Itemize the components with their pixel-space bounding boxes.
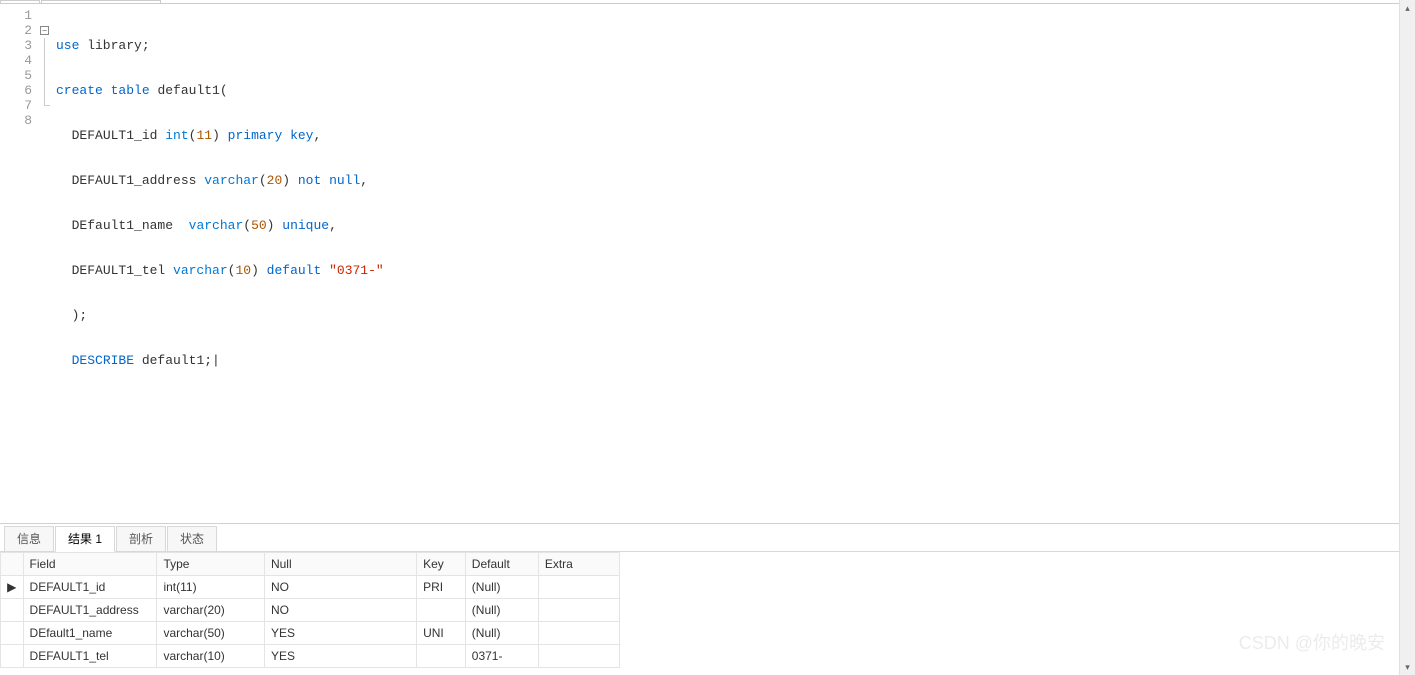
row-indicator <box>1 599 24 622</box>
cell-extra[interactable] <box>538 645 619 668</box>
cell-null[interactable]: YES <box>264 645 416 668</box>
cell-null[interactable]: NO <box>264 576 416 599</box>
cell-extra[interactable] <box>538 576 619 599</box>
cell-type[interactable]: varchar(20) <box>157 599 265 622</box>
col-header-key[interactable]: Key <box>417 553 466 576</box>
scroll-down-icon[interactable]: ▾ <box>1400 659 1415 675</box>
cell-field[interactable]: DEFAULT1_address <box>23 599 157 622</box>
row-indicator: ▶ <box>1 576 24 599</box>
cell-default[interactable]: (Null) <box>465 622 538 645</box>
cell-field[interactable]: DEFAULT1_id <box>23 576 157 599</box>
result-panel-tabs: 信息 结果 1 剖析 状态 <box>0 528 1415 552</box>
result-header-row: Field Type Null Key Default Extra <box>1 553 620 576</box>
cell-extra[interactable] <box>538 622 619 645</box>
cell-default[interactable]: (Null) <box>465 576 538 599</box>
cell-type[interactable]: int(11) <box>157 576 265 599</box>
tab-info[interactable]: 信息 <box>4 526 54 551</box>
cell-key[interactable] <box>417 599 466 622</box>
col-header-extra[interactable]: Extra <box>538 553 619 576</box>
cell-extra[interactable] <box>538 599 619 622</box>
cell-null[interactable]: NO <box>264 599 416 622</box>
line-number: 8 <box>0 113 32 128</box>
line-number: 1 <box>0 8 32 23</box>
col-header-default[interactable]: Default <box>465 553 538 576</box>
cell-default[interactable]: (Null) <box>465 599 538 622</box>
fold-gutter: − <box>40 4 52 523</box>
cell-key[interactable]: PRI <box>417 576 466 599</box>
table-row[interactable]: ▶DEFAULT1_idint(11)NOPRI(Null) <box>1 576 620 599</box>
line-number: 6 <box>0 83 32 98</box>
cell-default[interactable]: 0371- <box>465 645 538 668</box>
col-header-type[interactable]: Type <box>157 553 265 576</box>
row-indicator <box>1 622 24 645</box>
cell-field[interactable]: DEfault1_name <box>23 622 157 645</box>
vertical-scrollbar[interactable]: ▴ ▾ <box>1399 0 1415 675</box>
col-header-null[interactable]: Null <box>264 553 416 576</box>
row-indicator <box>1 645 24 668</box>
line-number: 4 <box>0 53 32 68</box>
cell-null[interactable]: YES <box>264 622 416 645</box>
table-row[interactable]: DEfault1_namevarchar(50)YESUNI(Null) <box>1 622 620 645</box>
line-number: 2 <box>0 23 32 38</box>
line-number: 5 <box>0 68 32 83</box>
table-row[interactable]: DEFAULT1_telvarchar(10)YES 0371- <box>1 645 620 668</box>
cell-key[interactable]: UNI <box>417 622 466 645</box>
tab-profile[interactable]: 剖析 <box>116 526 166 551</box>
result-grid[interactable]: Field Type Null Key Default Extra ▶DEFAU… <box>0 552 620 668</box>
line-number-gutter: 1 2 3 4 5 6 7 8 <box>0 4 40 523</box>
cell-type[interactable]: varchar(50) <box>157 622 265 645</box>
tab-result-1[interactable]: 结果 1 <box>55 526 115 552</box>
cell-field[interactable]: DEFAULT1_tel <box>23 645 157 668</box>
table-row[interactable]: DEFAULT1_addressvarchar(20)NO (Null) <box>1 599 620 622</box>
scroll-up-icon[interactable]: ▴ <box>1400 0 1415 16</box>
col-header-field[interactable]: Field <box>23 553 157 576</box>
line-number: 3 <box>0 38 32 53</box>
sql-code-editor[interactable]: use library; create table default1( DEFA… <box>52 4 1415 523</box>
line-number: 7 <box>0 98 32 113</box>
tab-status[interactable]: 状态 <box>167 526 217 551</box>
cell-key[interactable] <box>417 645 466 668</box>
fold-toggle-icon[interactable]: − <box>40 26 49 35</box>
cell-type[interactable]: varchar(10) <box>157 645 265 668</box>
editor-area: 1 2 3 4 5 6 7 8 − use library; create ta… <box>0 4 1415 524</box>
